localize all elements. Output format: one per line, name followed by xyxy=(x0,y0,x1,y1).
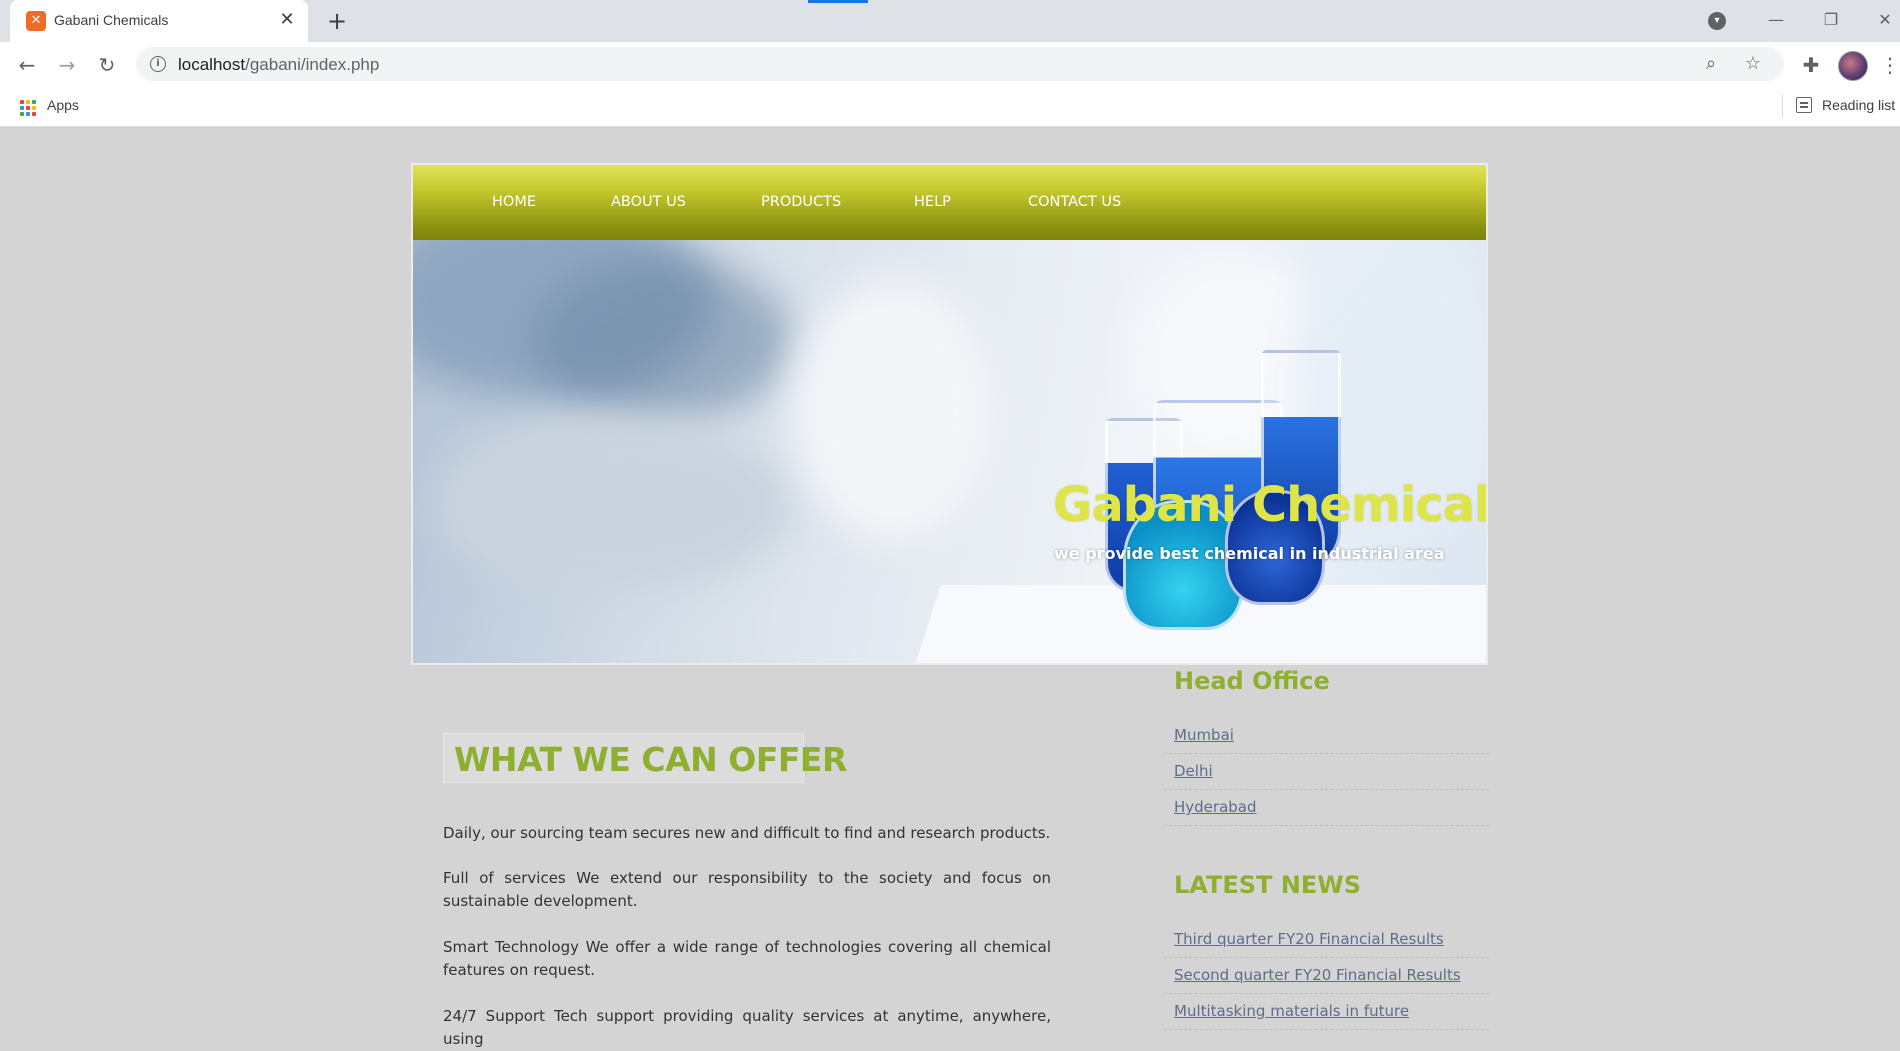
office-link-mumbai[interactable]: Mumbai xyxy=(1174,726,1234,744)
nav-home[interactable]: HOME xyxy=(492,194,536,210)
nav-help[interactable]: HELP xyxy=(914,194,951,210)
list-item: Mumbai xyxy=(1164,718,1489,754)
bookmarks-bar: Apps Reading list xyxy=(0,86,1900,127)
browser-tab-bar: ✕ Gabani Chemicals ✕ + ▾ — ❐ ✕ xyxy=(0,0,1900,42)
apps-bookmark[interactable]: Apps xyxy=(47,97,79,113)
tab-close-icon[interactable]: ✕ xyxy=(276,9,298,31)
bookmarks-divider xyxy=(1782,94,1783,118)
url-host: localhost xyxy=(178,55,246,74)
main-nav: HOME ABOUT US PRODUCTS HELP CONTACT US xyxy=(413,165,1486,240)
news-link[interactable]: Multitasking materials in future xyxy=(1174,1002,1409,1020)
tab-title: Gabani Chemicals xyxy=(54,12,169,28)
site-header-frame: HOME ABOUT US PRODUCTS HELP CONTACT US G… xyxy=(411,163,1488,665)
forward-arrow-icon[interactable]: → xyxy=(54,52,80,78)
site-info-icon[interactable]: i xyxy=(150,56,166,72)
nav-about-us[interactable]: ABOUT US xyxy=(611,194,686,210)
url-text: localhost/gabani/index.php xyxy=(178,55,379,75)
news-link[interactable]: Second quarter FY20 Financial Results xyxy=(1174,966,1461,984)
menu-kebab-icon[interactable]: ⋮ xyxy=(1880,52,1900,78)
office-list: Mumbai Delhi Hyderabad xyxy=(1164,718,1489,826)
background-blur xyxy=(433,420,793,590)
extensions-puzzle-icon[interactable]: ✚ xyxy=(1798,52,1824,78)
background-blur xyxy=(533,260,793,420)
background-blur xyxy=(793,280,993,540)
office-link-delhi[interactable]: Delhi xyxy=(1174,762,1213,780)
tab-loading-indicator xyxy=(808,0,868,3)
offer-paragraph: Full of services We extend our responsib… xyxy=(443,869,1051,910)
reload-icon[interactable]: ↻ xyxy=(94,52,120,78)
browser-toolbar: ← → ↻ i localhost/gabani/index.php ⌕ ☆ ✚… xyxy=(0,42,1900,86)
zoom-icon[interactable]: ⌕ xyxy=(1700,53,1722,75)
restore-icon[interactable]: ❐ xyxy=(1816,8,1846,32)
offer-heading: WHAT WE CAN OFFER xyxy=(454,740,847,779)
xampp-favicon-icon: ✕ xyxy=(26,11,46,31)
profile-avatar[interactable] xyxy=(1838,51,1868,81)
hero-subtitle: we provide best chemical in industrial a… xyxy=(1054,544,1445,563)
apps-grid-icon[interactable] xyxy=(20,100,36,116)
list-item: Third quarter FY20 Financial Results xyxy=(1164,922,1489,958)
office-link-hyderabad[interactable]: Hyderabad xyxy=(1174,798,1257,816)
reading-list-icon[interactable] xyxy=(1796,97,1812,113)
minimize-icon[interactable]: — xyxy=(1761,8,1791,32)
hero-title: Gabani Chemicals xyxy=(1053,477,1486,533)
offer-heading-box: WHAT WE CAN OFFER xyxy=(443,733,847,783)
browser-tab[interactable]: ✕ Gabani Chemicals ✕ xyxy=(10,0,308,42)
news-list: Third quarter FY20 Financial Results Sec… xyxy=(1164,922,1489,1030)
offer-paragraph: Daily, our sourcing team secures new and… xyxy=(443,824,1051,842)
back-arrow-icon[interactable]: ← xyxy=(14,52,40,78)
hero-banner: Gabani Chemicals we provide best chemica… xyxy=(413,240,1486,663)
tab-search-icon[interactable]: ▾ xyxy=(1708,12,1726,30)
offer-paragraph: 24/7 Support Tech support providing qual… xyxy=(443,1007,1051,1048)
close-window-icon[interactable]: ✕ xyxy=(1870,8,1900,32)
head-office-title: Head Office xyxy=(1174,667,1330,695)
new-tab-plus-icon[interactable]: + xyxy=(324,8,350,34)
latest-news-title: LATEST NEWS xyxy=(1174,871,1362,899)
list-item: Hyderabad xyxy=(1164,790,1489,826)
address-bar[interactable]: i localhost/gabani/index.php ⌕ ☆ xyxy=(136,47,1784,81)
news-link[interactable]: Third quarter FY20 Financial Results xyxy=(1174,930,1444,948)
offer-paragraph: Smart Technology We offer a wide range o… xyxy=(443,938,1051,979)
reading-list-button[interactable]: Reading list xyxy=(1822,97,1895,113)
nav-contact-us[interactable]: CONTACT US xyxy=(1028,194,1121,210)
bookmark-star-icon[interactable]: ☆ xyxy=(1742,53,1764,75)
list-item: Delhi xyxy=(1164,754,1489,790)
url-path: /gabani/index.php xyxy=(245,55,380,74)
list-item: Second quarter FY20 Financial Results xyxy=(1164,958,1489,994)
nav-products[interactable]: PRODUCTS xyxy=(761,194,841,210)
